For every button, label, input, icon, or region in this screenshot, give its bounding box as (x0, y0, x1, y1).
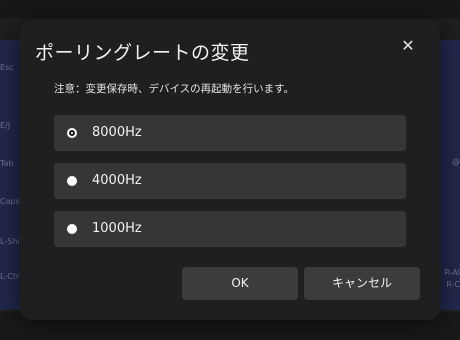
option-8000hz[interactable]: 8000Hz (54, 115, 406, 151)
option-label: 4000Hz (92, 173, 142, 188)
option-label: 1000Hz (92, 221, 142, 236)
radio-icon[interactable] (67, 224, 77, 234)
dialog-title: ポーリングレートの変更 (35, 42, 250, 64)
close-icon[interactable]: ✕ (398, 36, 418, 56)
option-1000hz[interactable]: 1000Hz (54, 211, 406, 247)
option-label: 8000Hz (92, 125, 142, 140)
radio-icon[interactable] (67, 176, 77, 186)
radio-selected-icon[interactable] (67, 128, 77, 138)
cancel-button[interactable]: キャンセル (304, 267, 420, 300)
dialog-note: 注意：変更保存時、デバイスの再起動を行います。 (54, 83, 295, 95)
ok-button[interactable]: OK (182, 267, 298, 300)
option-4000hz[interactable]: 4000Hz (54, 163, 406, 199)
